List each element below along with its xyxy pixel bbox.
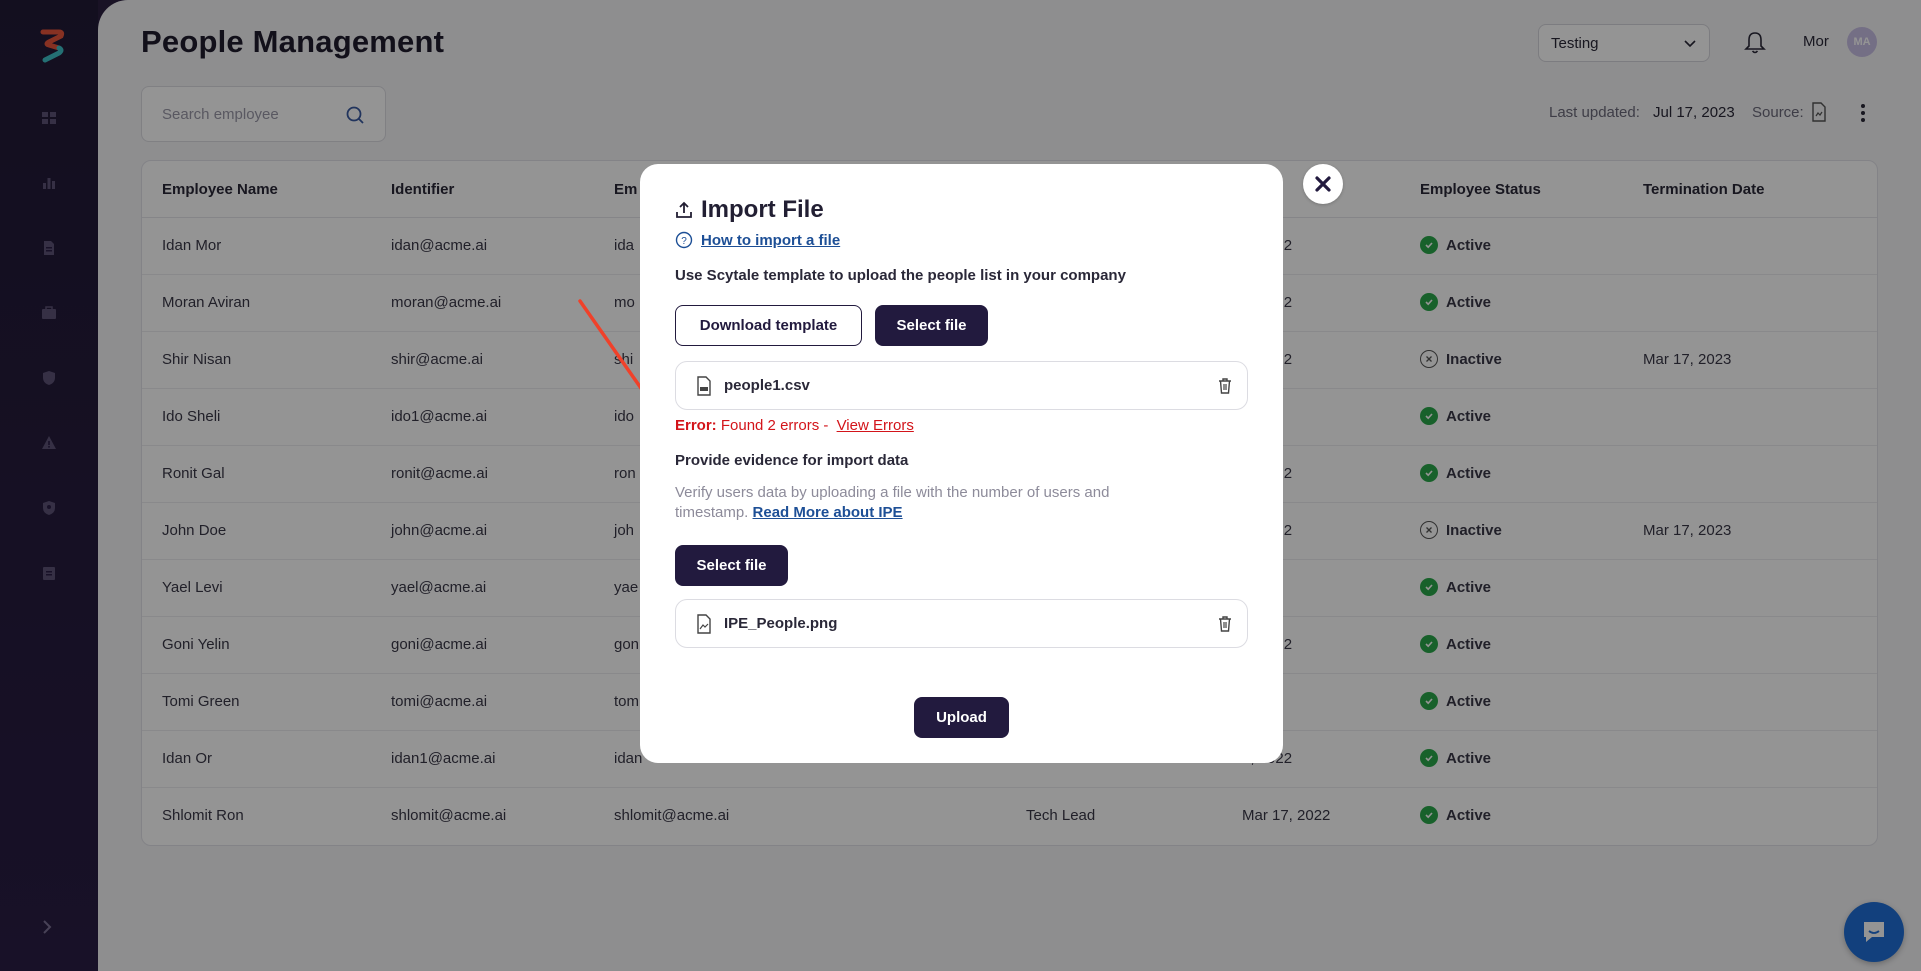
read-more-ipe-link[interactable]: Read More about IPE [753,504,903,521]
modal-subtitle: Use Scytale template to upload the peopl… [675,267,1126,284]
close-icon [1315,176,1331,192]
csv-file-icon [697,375,711,396]
import-file-modal: Import File ? How to import a file Use S… [640,164,1283,763]
evidence-file-item: IPE_People.png [675,599,1248,648]
select-evidence-file-button[interactable]: Select file [675,545,788,586]
upload-button[interactable]: Upload [914,697,1009,738]
close-modal-button[interactable] [1303,164,1343,204]
help-icon: ? [675,231,693,249]
how-to-import-link[interactable]: How to import a file [701,232,840,249]
evidence-title: Provide evidence for import data [675,452,909,469]
error-text: Found 2 errors - [720,417,829,434]
error-message: Error: Found 2 errors - View Errors [675,417,914,434]
evidence-file-name: IPE_People.png [724,615,838,632]
error-label: Error: [675,417,717,434]
trash-icon[interactable] [1217,377,1233,395]
modal-title: Import File [701,196,824,223]
csv-file-name: people1.csv [724,377,810,394]
evidence-description: Verify users data by uploading a file wi… [675,483,1115,523]
trash-icon[interactable] [1217,615,1233,633]
image-file-icon [697,613,711,634]
modal-header: Import File [675,196,824,224]
svg-text:?: ? [681,236,687,247]
upload-icon [676,201,692,218]
view-errors-link[interactable]: View Errors [837,417,914,434]
csv-file-item: people1.csv [675,361,1248,410]
help-row: ? How to import a file [675,231,840,249]
select-file-button[interactable]: Select file [875,305,988,346]
download-template-button[interactable]: Download template [675,305,862,346]
